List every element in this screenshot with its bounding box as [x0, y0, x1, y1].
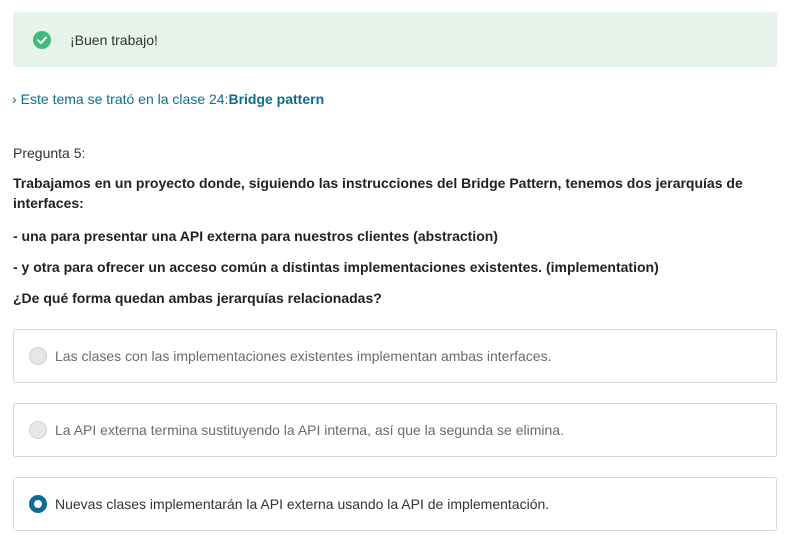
- radio-checked-icon[interactable]: [29, 495, 47, 513]
- question-item-implementation: - y otra para ofrecer un acceso común a …: [13, 259, 659, 275]
- answer-option-label: Las clases con las implementaciones exis…: [55, 348, 552, 364]
- topic-link[interactable]: › Este tema se trató en la clase 24:Bridg…: [12, 90, 324, 108]
- success-message: ¡Buen trabajo!: [70, 32, 158, 48]
- answer-option-1[interactable]: Las clases con las implementaciones exis…: [13, 329, 777, 383]
- question-ask: ¿De qué forma quedan ambas jerarquías re…: [13, 290, 382, 306]
- radio-unchecked-icon[interactable]: [29, 347, 47, 365]
- radio-unchecked-icon[interactable]: [29, 421, 47, 439]
- answer-option-2[interactable]: La API externa termina sustituyendo la A…: [13, 403, 777, 457]
- question-item-abstraction: - una para presentar una API externa par…: [13, 228, 498, 244]
- check-circle-icon: [33, 31, 51, 49]
- answer-option-3[interactable]: Nuevas clases implementarán la API exter…: [13, 477, 777, 531]
- chevron-right-icon: ›: [12, 91, 17, 107]
- topic-prefix: Este tema se trató en la clase 24:: [20, 91, 229, 107]
- success-banner: ¡Buen trabajo!: [13, 12, 777, 67]
- answer-option-label: La API externa termina sustituyendo la A…: [55, 422, 564, 438]
- topic-lesson-name: Bridge pattern: [228, 91, 325, 107]
- question-number: Pregunta 5:: [13, 145, 86, 161]
- answer-option-label: Nuevas clases implementarán la API exter…: [55, 496, 550, 512]
- question-intro: Trabajamos en un proyecto donde, siguien…: [13, 175, 743, 211]
